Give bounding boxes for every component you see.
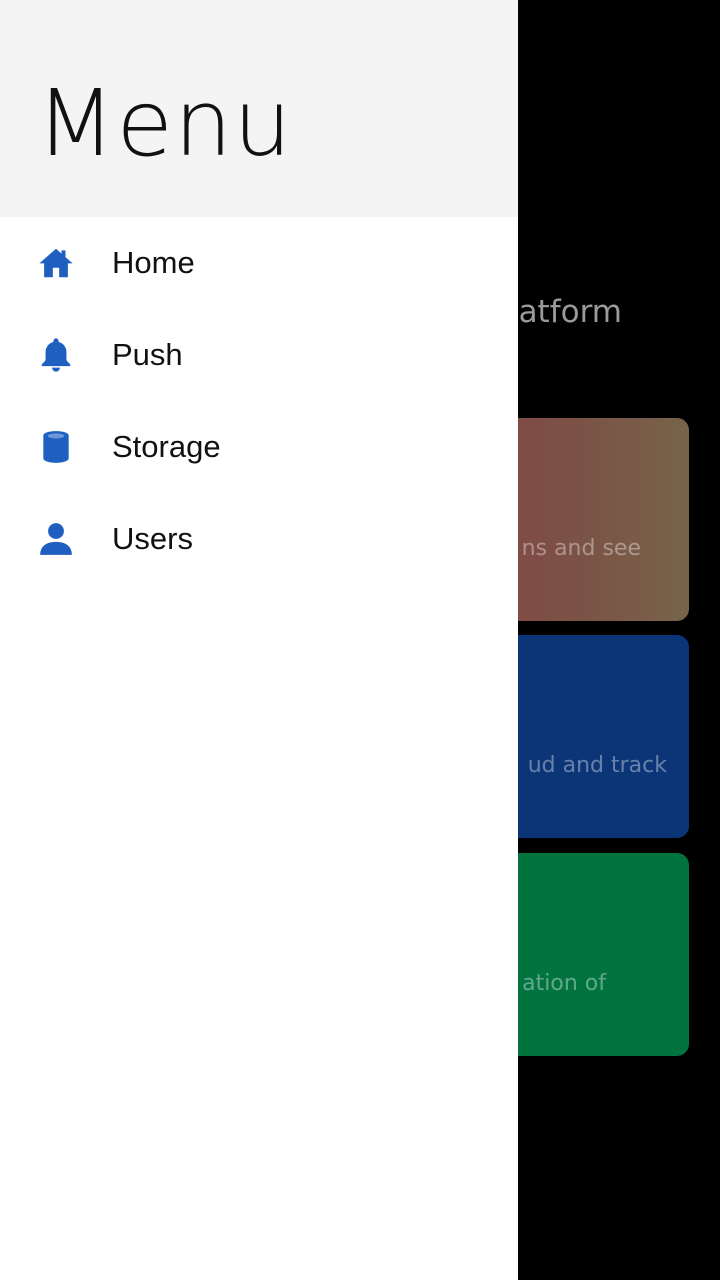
menu-item-label: Push [112, 337, 183, 372]
card-description: ud and track [527, 753, 667, 778]
menu-item-label: Storage [112, 429, 221, 464]
bell-icon [36, 335, 76, 375]
menu-list: Home Push Storage Users [0, 217, 518, 585]
drawer-header: Menu [0, 0, 518, 217]
menu-item-home[interactable]: Home [0, 217, 518, 309]
menu-item-push[interactable]: Push [0, 309, 518, 401]
menu-item-label: Home [112, 245, 195, 280]
drawer-title: Menu [36, 70, 293, 177]
menu-item-storage[interactable]: Storage [0, 401, 518, 493]
user-icon [36, 519, 76, 559]
database-icon [36, 427, 76, 467]
menu-item-label: Users [112, 521, 193, 556]
menu-item-users[interactable]: Users [0, 493, 518, 585]
card-description: ns and see [521, 536, 641, 561]
navigation-drawer: Menu Home Push Storage Users [0, 0, 518, 1280]
card-description: ation of [522, 971, 606, 996]
home-icon [36, 243, 76, 283]
